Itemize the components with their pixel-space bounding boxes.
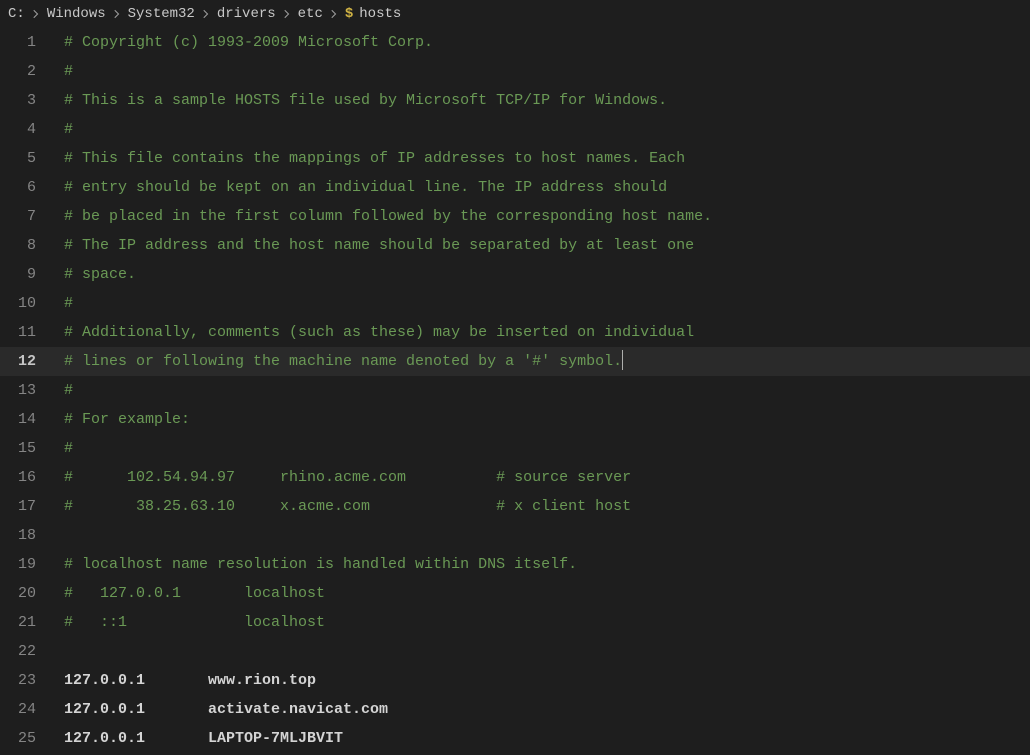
line-content[interactable]: # ::1 localhost: [54, 608, 1030, 637]
chevron-right-icon: [111, 8, 123, 20]
editor-line[interactable]: 9# space.: [0, 260, 1030, 289]
line-number[interactable]: 6: [0, 173, 54, 202]
editor-line[interactable]: 12# lines or following the machine name …: [0, 347, 1030, 376]
text-cursor: [622, 350, 623, 370]
line-content[interactable]: # This is a sample HOSTS file used by Mi…: [54, 86, 1030, 115]
line-number[interactable]: 14: [0, 405, 54, 434]
editor-line[interactable]: 18: [0, 521, 1030, 550]
breadcrumb-seg-0[interactable]: C:: [8, 6, 25, 22]
line-number[interactable]: 21: [0, 608, 54, 637]
line-content[interactable]: # For example:: [54, 405, 1030, 434]
file-type-icon: $: [345, 6, 353, 22]
line-number[interactable]: 8: [0, 231, 54, 260]
line-number[interactable]: 7: [0, 202, 54, 231]
editor-line[interactable]: 1# Copyright (c) 1993-2009 Microsoft Cor…: [0, 28, 1030, 57]
line-content[interactable]: # Copyright (c) 1993-2009 Microsoft Corp…: [54, 28, 1030, 57]
chevron-right-icon: [30, 8, 42, 20]
line-content[interactable]: # lines or following the machine name de…: [54, 347, 1030, 376]
line-number[interactable]: 11: [0, 318, 54, 347]
editor-line[interactable]: 16# 102.54.94.97 rhino.acme.com # source…: [0, 463, 1030, 492]
line-content[interactable]: #: [54, 376, 1030, 405]
editor-line[interactable]: 14# For example:: [0, 405, 1030, 434]
chevron-right-icon: [328, 8, 340, 20]
line-number[interactable]: 19: [0, 550, 54, 579]
line-content[interactable]: 127.0.0.1 activate.navicat.com: [54, 695, 1030, 724]
breadcrumb-seg-4[interactable]: etc: [298, 6, 323, 22]
line-number[interactable]: 15: [0, 434, 54, 463]
line-content[interactable]: # 127.0.0.1 localhost: [54, 579, 1030, 608]
breadcrumb-seg-1[interactable]: Windows: [47, 6, 106, 22]
line-content[interactable]: #: [54, 289, 1030, 318]
line-content[interactable]: 127.0.0.1 www.rion.top: [54, 666, 1030, 695]
editor-line[interactable]: 21# ::1 localhost: [0, 608, 1030, 637]
editor-line[interactable]: 7# be placed in the first column followe…: [0, 202, 1030, 231]
line-number[interactable]: 12: [0, 347, 54, 376]
editor-line[interactable]: 13#: [0, 376, 1030, 405]
editor-line[interactable]: 2#: [0, 57, 1030, 86]
editor-line[interactable]: 25127.0.0.1 LAPTOP-7MLJBVIT: [0, 724, 1030, 753]
breadcrumb[interactable]: C: Windows System32 drivers etc $ hosts: [0, 0, 1030, 28]
line-number[interactable]: 13: [0, 376, 54, 405]
line-content[interactable]: # localhost name resolution is handled w…: [54, 550, 1030, 579]
code-editor[interactable]: 1# Copyright (c) 1993-2009 Microsoft Cor…: [0, 28, 1030, 753]
editor-line[interactable]: 24127.0.0.1 activate.navicat.com: [0, 695, 1030, 724]
breadcrumb-file[interactable]: hosts: [359, 6, 401, 22]
editor-line[interactable]: 6# entry should be kept on an individual…: [0, 173, 1030, 202]
line-number[interactable]: 25: [0, 724, 54, 753]
line-content[interactable]: # 102.54.94.97 rhino.acme.com # source s…: [54, 463, 1030, 492]
line-content[interactable]: #: [54, 434, 1030, 463]
chevron-right-icon: [200, 8, 212, 20]
line-number[interactable]: 2: [0, 57, 54, 86]
line-number[interactable]: 10: [0, 289, 54, 318]
line-content[interactable]: #: [54, 115, 1030, 144]
line-number[interactable]: 24: [0, 695, 54, 724]
line-content[interactable]: # entry should be kept on an individual …: [54, 173, 1030, 202]
line-number[interactable]: 17: [0, 492, 54, 521]
chevron-right-icon: [281, 8, 293, 20]
editor-line[interactable]: 11# Additionally, comments (such as thes…: [0, 318, 1030, 347]
editor-line[interactable]: 19# localhost name resolution is handled…: [0, 550, 1030, 579]
line-content[interactable]: # 38.25.63.10 x.acme.com # x client host: [54, 492, 1030, 521]
editor-line[interactable]: 3# This is a sample HOSTS file used by M…: [0, 86, 1030, 115]
line-number[interactable]: 3: [0, 86, 54, 115]
line-number[interactable]: 4: [0, 115, 54, 144]
editor-line[interactable]: 5# This file contains the mappings of IP…: [0, 144, 1030, 173]
line-content[interactable]: # space.: [54, 260, 1030, 289]
editor-line[interactable]: 8# The IP address and the host name shou…: [0, 231, 1030, 260]
line-content[interactable]: 127.0.0.1 LAPTOP-7MLJBVIT: [54, 724, 1030, 753]
editor-line[interactable]: 15#: [0, 434, 1030, 463]
line-number[interactable]: 16: [0, 463, 54, 492]
breadcrumb-seg-3[interactable]: drivers: [217, 6, 276, 22]
line-content[interactable]: # The IP address and the host name shoul…: [54, 231, 1030, 260]
editor-line[interactable]: 22: [0, 637, 1030, 666]
line-number[interactable]: 22: [0, 637, 54, 666]
line-number[interactable]: 1: [0, 28, 54, 57]
editor-line[interactable]: 23127.0.0.1 www.rion.top: [0, 666, 1030, 695]
line-number[interactable]: 5: [0, 144, 54, 173]
editor-line[interactable]: 10#: [0, 289, 1030, 318]
breadcrumb-seg-2[interactable]: System32: [128, 6, 195, 22]
editor-line[interactable]: 17# 38.25.63.10 x.acme.com # x client ho…: [0, 492, 1030, 521]
line-content[interactable]: # This file contains the mappings of IP …: [54, 144, 1030, 173]
line-number[interactable]: 18: [0, 521, 54, 550]
line-content[interactable]: # be placed in the first column followed…: [54, 202, 1030, 231]
line-content[interactable]: # Additionally, comments (such as these)…: [54, 318, 1030, 347]
line-number[interactable]: 9: [0, 260, 54, 289]
editor-line[interactable]: 20# 127.0.0.1 localhost: [0, 579, 1030, 608]
line-number[interactable]: 20: [0, 579, 54, 608]
editor-line[interactable]: 4#: [0, 115, 1030, 144]
line-number[interactable]: 23: [0, 666, 54, 695]
line-content[interactable]: #: [54, 57, 1030, 86]
